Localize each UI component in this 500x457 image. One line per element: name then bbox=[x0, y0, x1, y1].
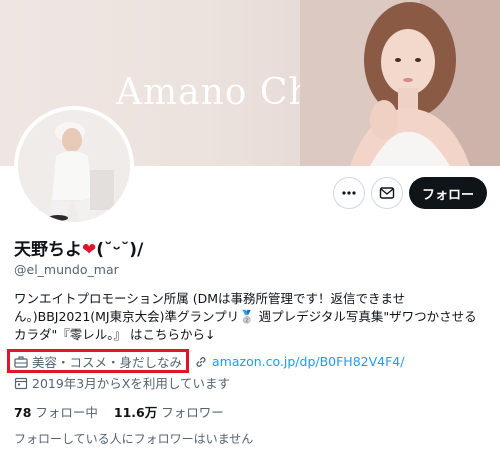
following-label: フォロー中 bbox=[35, 405, 98, 420]
avatar[interactable] bbox=[14, 106, 134, 226]
display-name-text: 天野ちよ bbox=[14, 240, 82, 260]
briefcase-icon bbox=[14, 355, 28, 369]
display-name: 天野ちよ❤(˘ᵕ˘)/ bbox=[14, 235, 143, 260]
follow-button[interactable]: フォロー bbox=[409, 177, 487, 209]
message-button[interactable] bbox=[371, 177, 403, 209]
bio: ワンエイトプロモーション所属 (DMは事務所管理です！返信できませ ん。)BBJ… bbox=[14, 290, 490, 344]
joined-row: 2019年3月からXを利用しています bbox=[14, 373, 230, 392]
heart-icon: ❤ bbox=[82, 240, 97, 260]
profile-link[interactable]: amazon.co.jp/dp/B0FH82V4F4/ bbox=[212, 354, 404, 369]
profile-meta-row: 美容・コスメ・身だしなみ amazon.co.jp/dp/B0FH82V4F4/ bbox=[14, 352, 404, 371]
handle: @el_mundo_mar bbox=[14, 262, 119, 277]
profile-category: 美容・コスメ・身だしなみ bbox=[32, 355, 183, 370]
mail-icon bbox=[379, 187, 395, 199]
bio-line: ワンエイトプロモーション所属 (DMは事務所管理です！返信できませ bbox=[14, 291, 406, 306]
bio-line: カラダ"『零レル。』 はこちらから↓ bbox=[14, 327, 216, 342]
followers-link[interactable]: 11.6万 フォロワー bbox=[114, 402, 224, 421]
followers-label: フォロワー bbox=[161, 405, 224, 420]
followers-count: 11.6万 bbox=[113, 405, 158, 420]
more-button[interactable] bbox=[333, 177, 365, 209]
more-icon bbox=[342, 191, 356, 195]
following-count: 78 bbox=[14, 405, 32, 420]
joined-date: 2019年3月からXを利用しています bbox=[32, 376, 230, 391]
avatar-photo bbox=[18, 110, 130, 222]
bio-line: ん。)BBJ2021(MJ東京大会)準グランプリ🥈 週プレデジタル写真集"ザワつ… bbox=[14, 309, 477, 324]
calendar-icon bbox=[14, 376, 28, 390]
display-name-suffix: (˘ᵕ˘)/ bbox=[96, 240, 144, 260]
follow-stats: 78 フォロー中 11.6万 フォロワー bbox=[14, 402, 224, 421]
banner-photo bbox=[300, 0, 500, 166]
following-link[interactable]: 78 フォロー中 bbox=[14, 402, 98, 421]
link-icon bbox=[194, 355, 208, 369]
mutual-followers-text: フォローしている人にフォロワーはいません bbox=[14, 432, 254, 446]
